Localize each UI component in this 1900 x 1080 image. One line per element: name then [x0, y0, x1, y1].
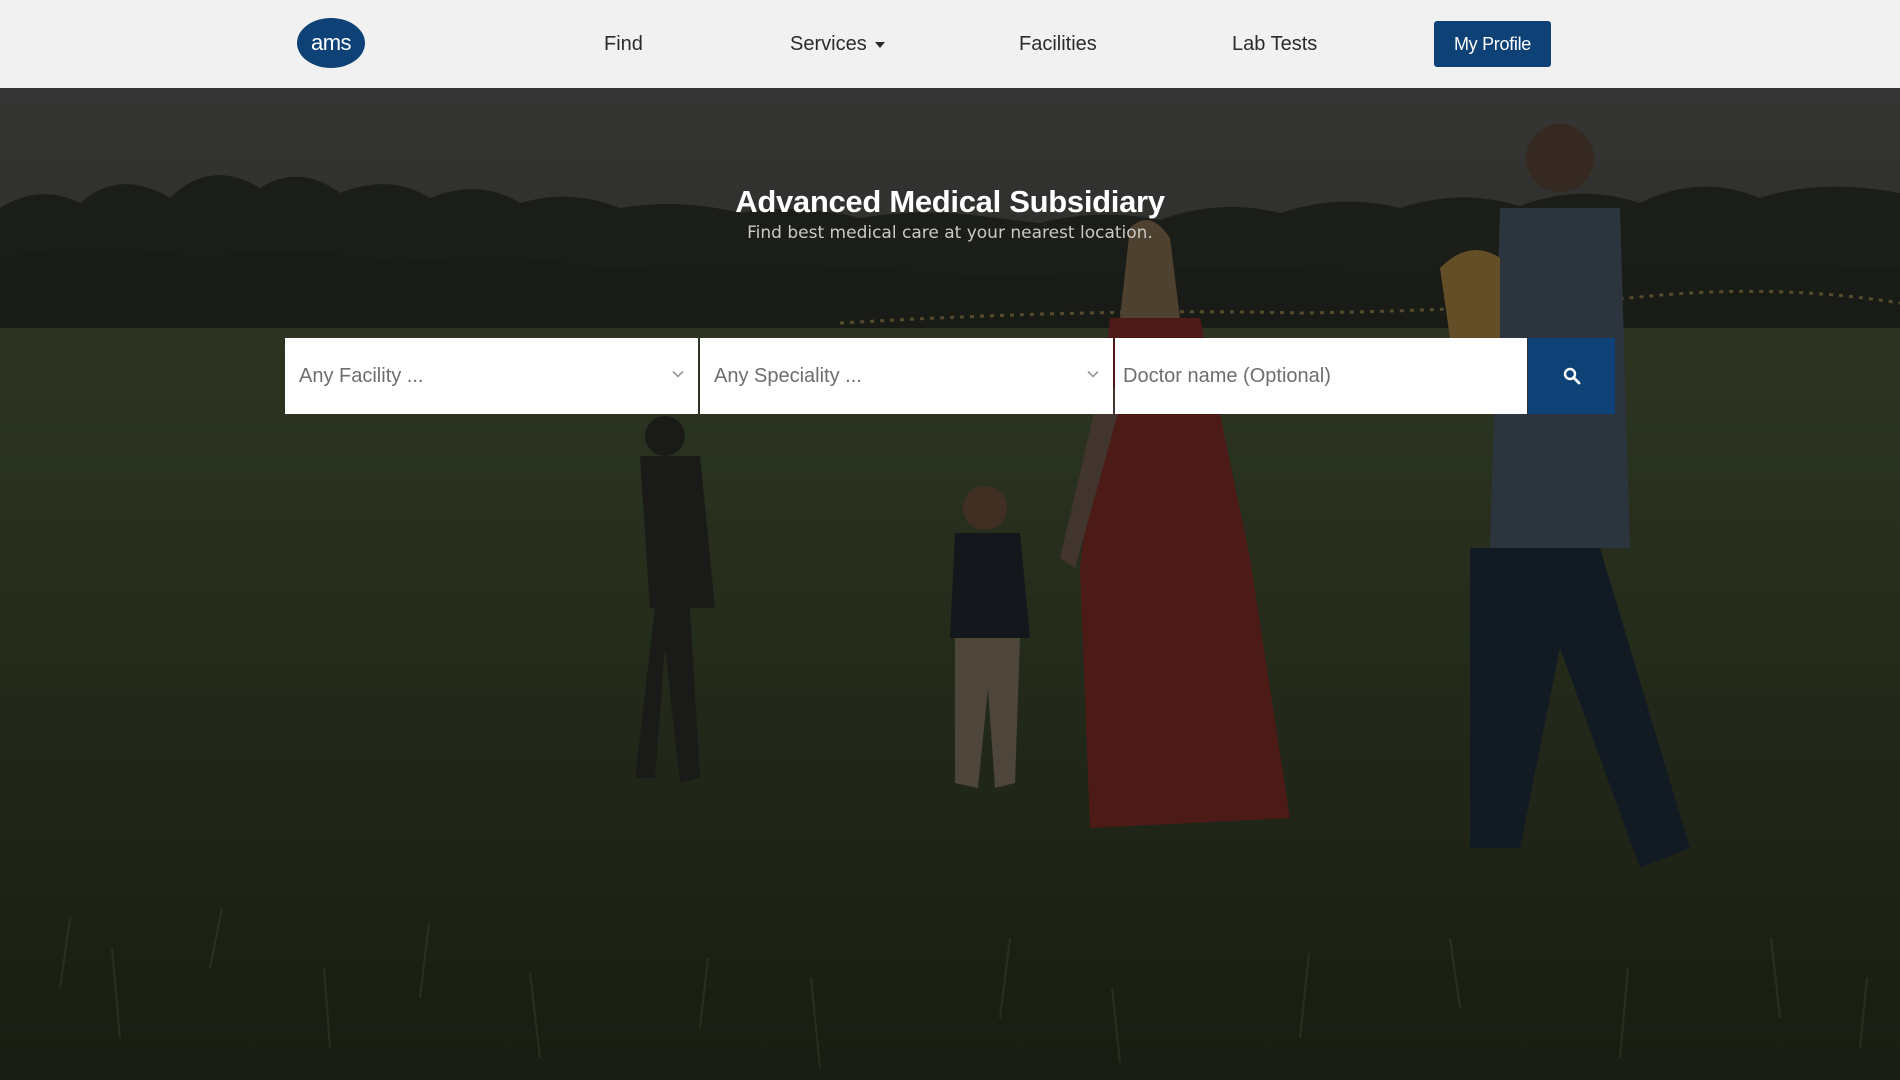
nav-item-services[interactable]: Services	[790, 0, 885, 88]
nav-item-label: Facilities	[1019, 32, 1097, 55]
hero-subtitle: Find best medical care at your nearest l…	[747, 223, 1153, 243]
doctor-name-input[interactable]	[1115, 338, 1527, 414]
facility-select-value: Any Facility ...	[299, 364, 424, 387]
search-button[interactable]	[1528, 338, 1615, 414]
nav-item-facilities[interactable]: Facilities	[1019, 0, 1097, 88]
speciality-select-value: Any Speciality ...	[714, 364, 862, 387]
top-navbar: ams Find Services Facilities Lab Tests M…	[0, 0, 1900, 88]
nav-item-label: Lab Tests	[1232, 32, 1318, 55]
speciality-select[interactable]: Any Speciality ...	[700, 338, 1113, 414]
nav-item-find[interactable]: Find	[604, 0, 643, 88]
hero-section: Advanced Medical Subsidiary Find best me…	[0, 88, 1900, 1080]
search-bar: Any Facility ... Any Speciality ...	[285, 338, 1615, 414]
caret-down-icon	[874, 42, 885, 48]
nav-item-lab-tests[interactable]: Lab Tests	[1232, 0, 1317, 88]
my-profile-button[interactable]: My Profile	[1434, 21, 1551, 67]
nav-item-label: Services	[790, 32, 867, 55]
search-icon	[1563, 367, 1580, 385]
doctor-name-field	[1115, 338, 1527, 414]
nav-item-label: Find	[604, 32, 643, 55]
chevron-down-icon	[1087, 370, 1099, 378]
facility-select[interactable]: Any Facility ...	[285, 338, 698, 414]
chevron-down-icon	[672, 370, 684, 378]
hero-title: Advanced Medical Subsidiary	[735, 184, 1165, 219]
logo[interactable]: ams	[297, 18, 365, 68]
